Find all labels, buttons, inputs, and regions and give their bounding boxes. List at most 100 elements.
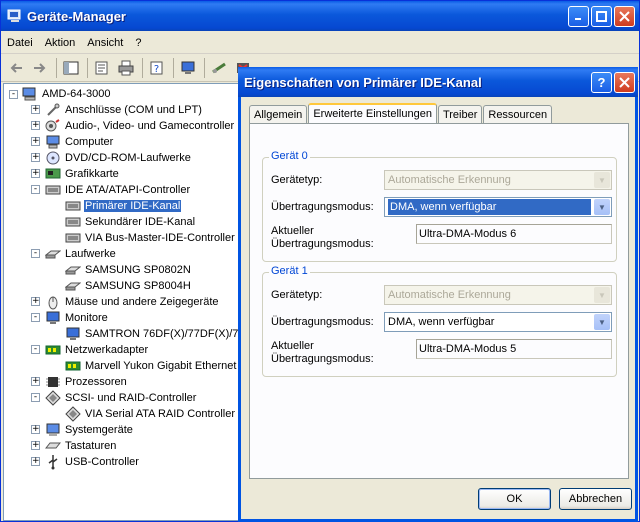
disk-icon: [45, 246, 61, 262]
tree-item-label: Primärer IDE-Kanal: [84, 200, 182, 212]
device-1-current-mode: Ultra-DMA-Modus 5: [416, 339, 612, 359]
tree-view-icon[interactable]: [60, 57, 82, 79]
tree-category[interactable]: Laufwerke: [45, 246, 117, 262]
computer-icon: [22, 86, 38, 102]
toolbar-separator: [87, 58, 88, 78]
menu-ansicht[interactable]: Ansicht: [81, 32, 129, 54]
tree-category[interactable]: Systemgeräte: [45, 422, 134, 438]
tree-device[interactable]: Primärer IDE-Kanal: [65, 198, 182, 214]
chevron-down-icon: ▼: [594, 172, 610, 188]
computer-icon: [45, 134, 61, 150]
disk-icon: [65, 278, 81, 294]
tree-category[interactable]: SCSI- und RAID-Controller: [45, 390, 197, 406]
forward-icon[interactable]: [29, 57, 51, 79]
menu-aktion[interactable]: Aktion: [39, 32, 82, 54]
device-0-mode-select[interactable]: DMA, wenn verfügbar ▼: [384, 197, 612, 217]
window-title: Geräte-Manager: [27, 8, 126, 24]
ok-button[interactable]: OK: [478, 488, 551, 510]
device-1-mode-label: Übertragungsmodus:: [271, 316, 374, 328]
tree-category[interactable]: Tastaturen: [45, 438, 117, 454]
collapse-toggle[interactable]: -: [31, 249, 40, 258]
collapse-toggle[interactable]: -: [31, 313, 40, 322]
collapse-toggle[interactable]: -: [31, 393, 40, 402]
dialog-close-button[interactable]: [614, 72, 635, 93]
collapse-toggle[interactable]: -: [9, 89, 18, 99]
tree-item-label: DVD/CD-ROM-Laufwerke: [65, 152, 191, 164]
minimize-button[interactable]: [568, 6, 589, 27]
device-1-group: Gerät 1 Gerätetyp: Automatische Erkennun…: [262, 265, 617, 377]
back-icon[interactable]: [5, 57, 27, 79]
collapse-toggle[interactable]: -: [31, 185, 40, 194]
tree-category[interactable]: Mäuse und andere Zeigegeräte: [45, 294, 220, 310]
device-1-mode-value: DMA, wenn verfügbar: [388, 316, 495, 328]
tab-erweiterte-einstellungen[interactable]: Erweiterte Einstellungen: [308, 103, 437, 125]
tree-item-label: VIA Serial ATA RAID Controller: [85, 408, 235, 420]
tree-device[interactable]: VIA Bus-Master-IDE-Controller: [65, 230, 236, 246]
chevron-down-icon[interactable]: ▼: [594, 314, 610, 330]
close-button[interactable]: [614, 6, 635, 27]
expand-toggle[interactable]: +: [31, 377, 40, 386]
expand-toggle[interactable]: +: [31, 457, 40, 466]
device-manager-icon: [7, 8, 23, 24]
toolbar-separator: [142, 58, 143, 78]
expand-toggle[interactable]: +: [31, 137, 40, 146]
tree-item-label: Computer: [65, 136, 114, 148]
tree-device[interactable]: Marvell Yukon Gigabit Ethernet 1: [65, 358, 238, 374]
tree-root[interactable]: - AMD-64-3000: [9, 86, 111, 102]
toolbar-separator: [173, 58, 174, 78]
uninstall-icon[interactable]: [208, 57, 230, 79]
tree-item-label: Netzwerkadapter: [65, 344, 149, 356]
tree-category[interactable]: Grafikkarte: [45, 166, 120, 182]
cancel-button[interactable]: Abbrechen: [559, 488, 632, 510]
tree-root-label: AMD-64-3000: [42, 88, 111, 100]
tree-item-label: Tastaturen: [65, 440, 117, 452]
tree-device[interactable]: VIA Serial ATA RAID Controller: [65, 406, 236, 422]
device-1-title: Gerät 1: [269, 265, 310, 277]
tree-category[interactable]: Prozessoren: [45, 374, 128, 390]
device-1-current-label-line2: Übertragungsmodus:: [271, 353, 374, 365]
expand-toggle[interactable]: +: [31, 121, 40, 130]
device-1-mode-select[interactable]: DMA, wenn verfügbar ▼: [384, 312, 612, 332]
main-titlebar[interactable]: Geräte-Manager: [1, 1, 639, 31]
collapse-toggle[interactable]: -: [31, 345, 40, 354]
expand-toggle[interactable]: +: [31, 425, 40, 434]
device-0-mode-label: Übertragungsmodus:: [271, 201, 374, 213]
tab-ressourcen[interactable]: Ressourcen: [483, 105, 553, 124]
maximize-button[interactable]: [591, 6, 612, 27]
tree-item-label: Laufwerke: [65, 248, 116, 260]
chevron-down-icon[interactable]: ▼: [594, 199, 610, 215]
tree-category[interactable]: Audio-, Video- und Gamecontroller: [45, 118, 235, 134]
expand-toggle[interactable]: +: [31, 441, 40, 450]
dialog-help-button[interactable]: ?: [591, 72, 612, 93]
expand-toggle[interactable]: +: [31, 169, 40, 178]
expand-toggle[interactable]: +: [31, 153, 40, 162]
tree-category[interactable]: Anschlüsse (COM und LPT): [45, 102, 203, 118]
tree-category[interactable]: Netzwerkadapter: [45, 342, 149, 358]
tree-category[interactable]: DVD/CD-ROM-Laufwerke: [45, 150, 192, 166]
expand-toggle[interactable]: +: [31, 297, 40, 306]
tree-category[interactable]: IDE ATA/ATAPI-Controller: [45, 182, 191, 198]
tab-treiber[interactable]: Treiber: [437, 105, 483, 124]
menu-datei[interactable]: Datei: [1, 32, 39, 54]
display-adapter-icon: [45, 166, 61, 182]
device-tree[interactable]: - AMD-64-3000 + Anschlüsse (COM und LPT) +…: [3, 83, 239, 521]
tree-category[interactable]: Computer: [45, 134, 114, 150]
tree-category[interactable]: Monitore: [45, 310, 109, 326]
tree-item-label: SAMSUNG SP0802N: [85, 264, 191, 276]
menu-help[interactable]: ?: [129, 32, 147, 54]
tree-device[interactable]: SAMTRON 76DF(X)/77DF(X)/78D: [65, 326, 239, 342]
print-icon[interactable]: [115, 57, 137, 79]
scsi-icon: [45, 390, 61, 406]
tree-device[interactable]: SAMSUNG SP8004H: [65, 278, 192, 294]
expand-toggle[interactable]: +: [31, 105, 40, 114]
tree-item-label: SAMSUNG SP8004H: [85, 280, 191, 292]
properties-icon[interactable]: [91, 57, 113, 79]
tree-item-label: SAMTRON 76DF(X)/77DF(X)/78D: [85, 328, 239, 340]
monitor-scan-icon[interactable]: [177, 57, 199, 79]
tab-allgemein[interactable]: Allgemein: [249, 105, 308, 124]
help-icon[interactable]: ?: [146, 57, 168, 79]
tree-device[interactable]: SAMSUNG SP0802N: [65, 262, 192, 278]
tree-device[interactable]: Sekundärer IDE-Kanal: [65, 214, 196, 230]
tree-category[interactable]: USB-Controller: [45, 454, 140, 470]
dialog-titlebar[interactable]: Eigenschaften von Primärer IDE-Kanal ?: [238, 67, 638, 97]
